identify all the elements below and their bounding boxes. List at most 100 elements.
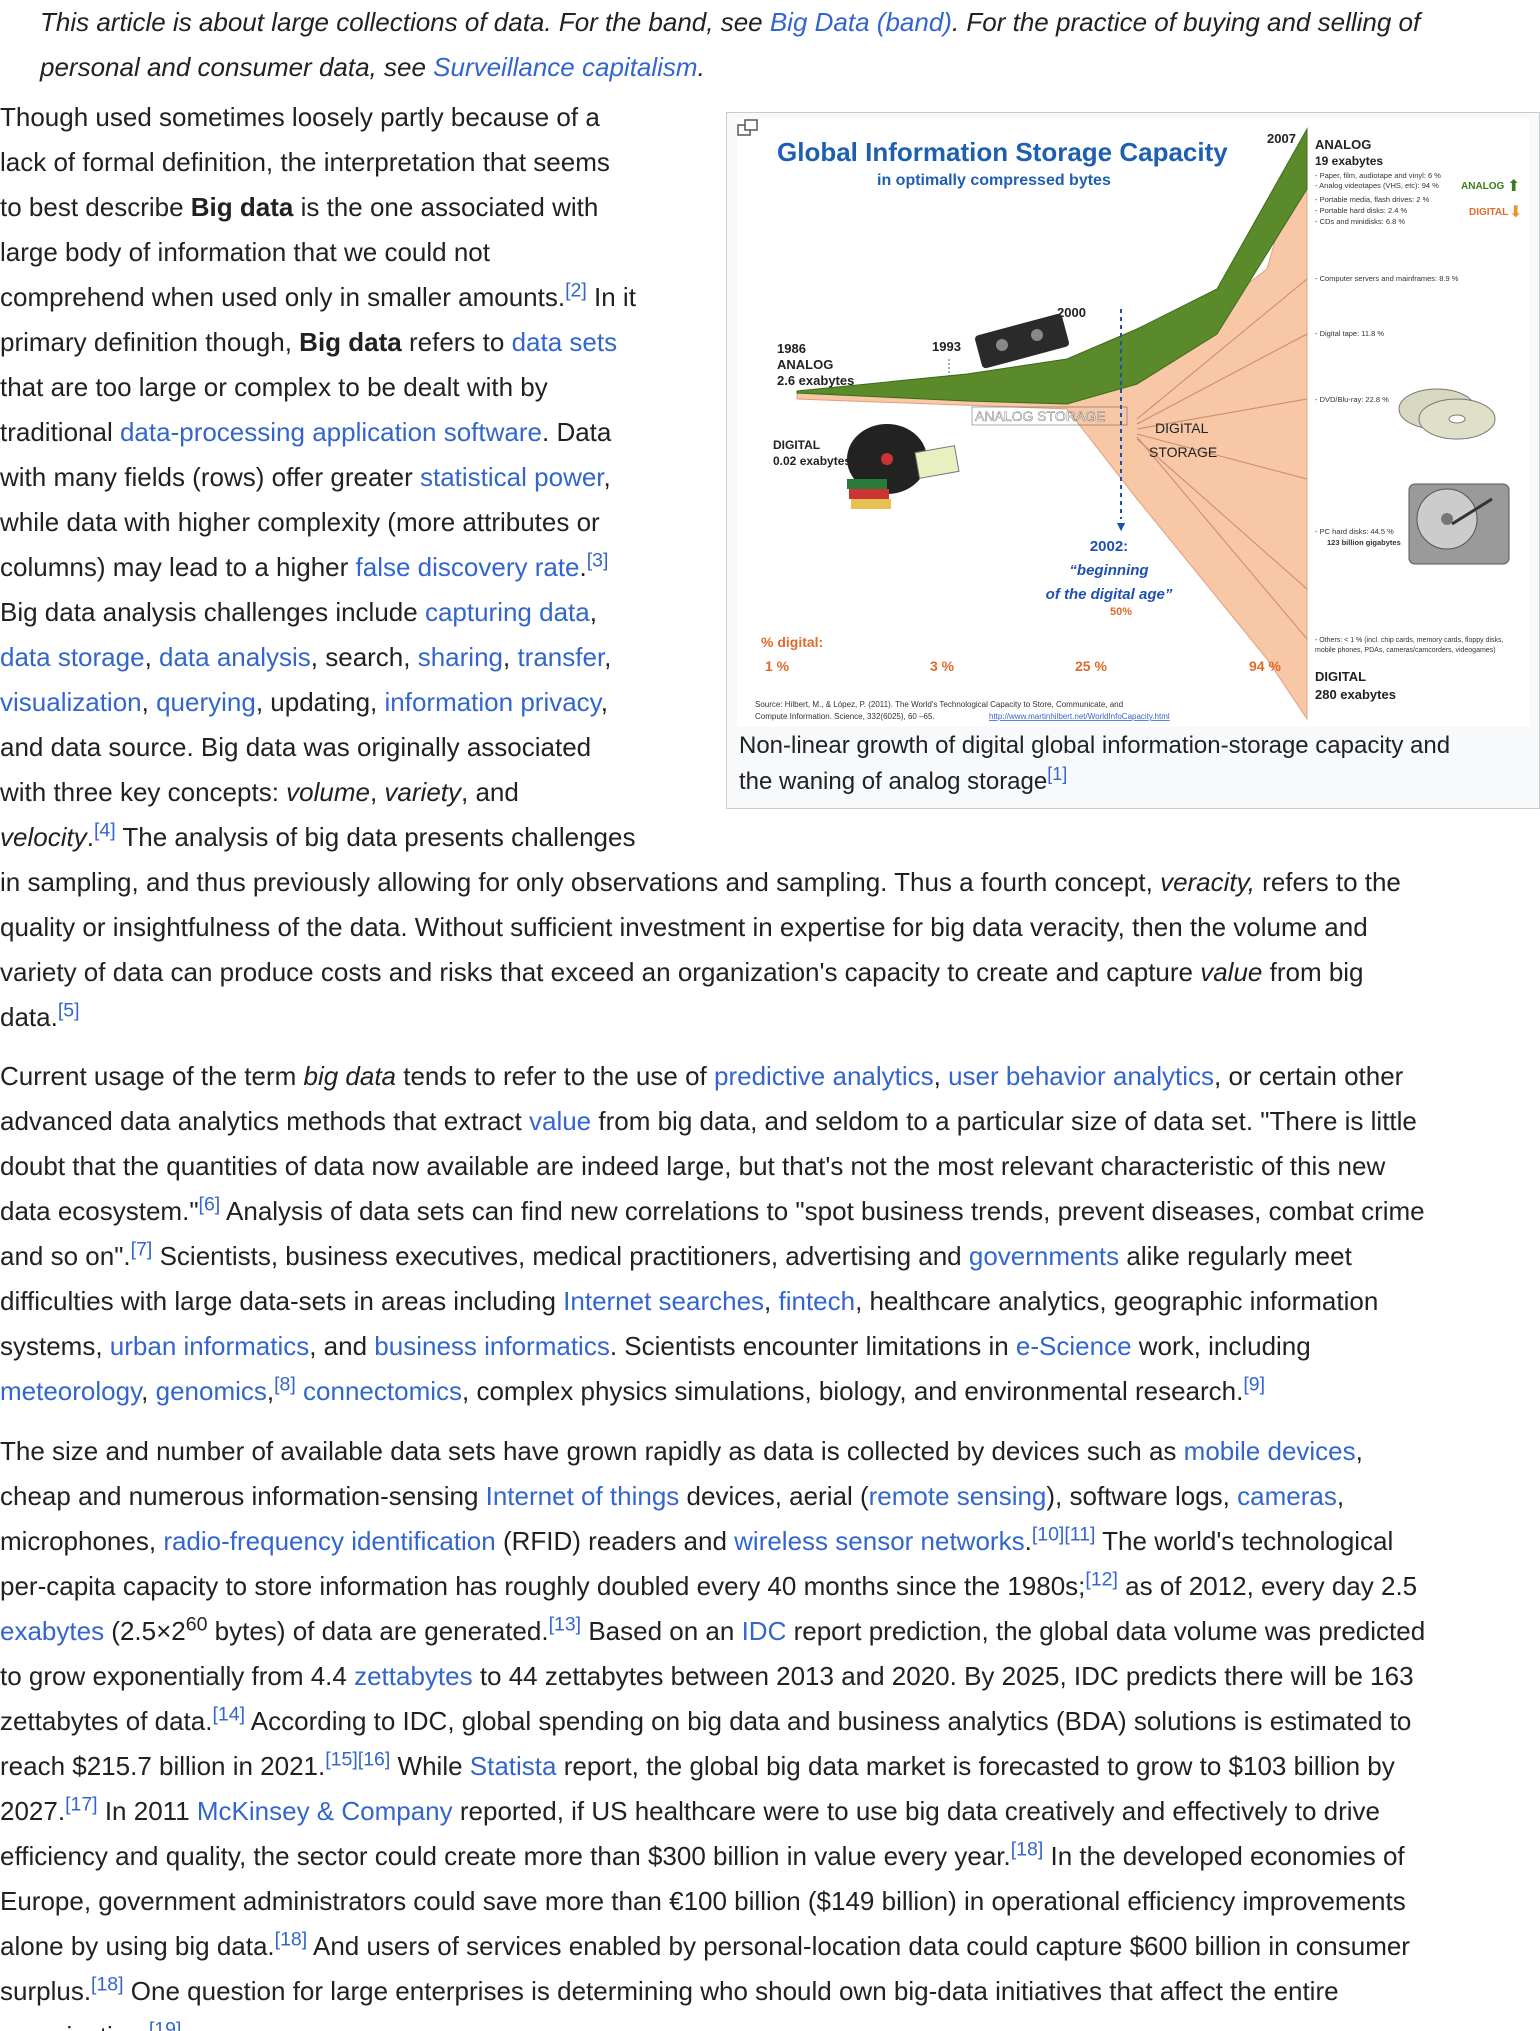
text: devices, aerial ( [679, 1481, 869, 1511]
text-line: Though used sometimes loosely partly bec… [0, 102, 600, 132]
citation-link[interactable]: [18] [91, 1973, 124, 1995]
text: per-capita capacity to store information… [0, 1571, 1086, 1601]
text: , [933, 1061, 949, 1091]
citation-link[interactable]: [13] [549, 1613, 582, 1635]
link-sharing[interactable]: sharing [418, 642, 503, 672]
text: Analysis of data sets can find new corre… [220, 1196, 1425, 1226]
text: , [144, 642, 160, 672]
text: According to IDC, global spending on big… [245, 1706, 1412, 1736]
text: , [1336, 1481, 1345, 1511]
bold-term: Big data [190, 192, 294, 222]
citation-link[interactable]: [19] [149, 2018, 182, 2031]
text: variety of data can produce costs and ri… [0, 957, 1201, 987]
text: , [369, 777, 385, 807]
link-internet-of-things[interactable]: Internet of things [486, 1481, 680, 1511]
link-connectomics[interactable]: connectomics [303, 1376, 462, 1406]
link-querying[interactable]: querying [156, 687, 256, 717]
link-genomics[interactable]: genomics [156, 1376, 267, 1406]
text: ), software logs, [1046, 1481, 1238, 1511]
text: and so on". [0, 1241, 131, 1271]
text: surplus. [0, 1976, 92, 2006]
citation-link[interactable]: [4] [94, 819, 116, 841]
link-business-informatics[interactable]: business informatics [374, 1331, 610, 1361]
text-line: cheap and numerous information-sensing I… [0, 1474, 1540, 1519]
link-exabytes[interactable]: exabytes [0, 1616, 104, 1646]
text-line: while data with higher complexity (more … [0, 507, 600, 537]
link-meteorology[interactable]: meteorology [0, 1376, 141, 1406]
citation-link[interactable]: [15][16] [325, 1748, 390, 1770]
link-surveillance-capitalism[interactable]: Surveillance capitalism [433, 52, 697, 82]
text: in sampling, and thus previously allowin… [0, 867, 1161, 897]
text: systems, [0, 1331, 110, 1361]
citation-link[interactable]: [12] [1085, 1568, 1118, 1590]
citation-link[interactable]: [2] [565, 279, 587, 301]
text: work, including [1131, 1331, 1311, 1361]
link-zettabytes[interactable]: zettabytes [354, 1661, 473, 1691]
link-user-behavior-analytics[interactable]: user behavior analytics [948, 1061, 1214, 1091]
text: microphones, [0, 1526, 164, 1556]
link-mobile-devices[interactable]: mobile devices [1184, 1436, 1356, 1466]
link-urban-informatics[interactable]: urban informatics [110, 1331, 309, 1361]
link-transfer[interactable]: transfer [517, 642, 604, 672]
link-internet-searches[interactable]: Internet searches [563, 1286, 764, 1316]
link-capturing-data[interactable]: capturing data [425, 597, 590, 627]
link-data-analysis[interactable]: data analysis [159, 642, 311, 672]
text-line: traditional data-processing application … [0, 410, 1540, 455]
link-big-data-band[interactable]: Big Data (band) [770, 7, 952, 37]
link-e-science[interactable]: e-Science [1016, 1331, 1132, 1361]
citation-link[interactable]: [8] [274, 1373, 296, 1395]
link-information-privacy[interactable]: information privacy [384, 687, 600, 717]
text: report, the global big data market is fo… [556, 1751, 1395, 1781]
citation-link[interactable]: [17] [65, 1793, 98, 1815]
citation-link[interactable]: [7] [131, 1238, 153, 1260]
text-line: alone by using big data.[18] And users o… [0, 1924, 1540, 1969]
text-line: The size and number of available data se… [0, 1429, 1540, 1474]
link-mckinsey[interactable]: McKinsey & Company [197, 1796, 453, 1826]
text-line: reach $215.7 billion in 2021.[15][16] Wh… [0, 1744, 1540, 1789]
citation-link[interactable]: [3] [587, 549, 609, 571]
text: alone by using big data. [0, 1931, 275, 1961]
text: 2027. [0, 1796, 66, 1826]
text: , [503, 642, 518, 672]
link-statista[interactable]: Statista [470, 1751, 557, 1781]
link-predictive-analytics[interactable]: predictive analytics [714, 1061, 934, 1091]
exponent: 60 [185, 1613, 208, 1636]
text: , [589, 597, 597, 627]
link-fintech[interactable]: fintech [779, 1286, 856, 1316]
text-line: Europe, government administrators could … [0, 1886, 1406, 1916]
link-data-storage[interactable]: data storage [0, 642, 145, 672]
link-governments[interactable]: governments [969, 1241, 1119, 1271]
link-wireless-sensor-networks[interactable]: wireless sensor networks [734, 1526, 1024, 1556]
text: cheap and numerous information-sensing [0, 1481, 486, 1511]
text-line: data.[5] [0, 995, 1540, 1040]
text: with many fields (rows) offer greater [0, 462, 420, 492]
link-data-sets[interactable]: data sets [512, 327, 618, 357]
text: , complex physics simulations, biology, … [462, 1376, 1244, 1406]
text: difficulties with large data-sets in are… [0, 1286, 564, 1316]
text: , [603, 462, 611, 492]
citation-link[interactable]: [10][11] [1032, 1523, 1096, 1545]
paragraph-usage: Current usage of the term big data tends… [0, 1054, 1540, 1414]
text-line: doubt that the quantities of data now av… [0, 1151, 1386, 1181]
link-rfid[interactable]: radio-frequency identification [163, 1526, 495, 1556]
citation-link[interactable]: [5] [58, 999, 80, 1021]
text-line: columns) may lead to a higher false disc… [0, 545, 1540, 590]
link-remote-sensing[interactable]: remote sensing [869, 1481, 1047, 1511]
citation-link[interactable]: [14] [212, 1703, 245, 1725]
text: , or certain other [1214, 1061, 1404, 1091]
link-statistical-power[interactable]: statistical power [420, 462, 604, 492]
link-value[interactable]: value [529, 1106, 591, 1136]
link-idc[interactable]: IDC [742, 1616, 787, 1646]
link-visualization[interactable]: visualization [0, 687, 142, 717]
text: , [600, 687, 608, 717]
link-data-processing-software[interactable]: data-processing application software [120, 417, 542, 447]
text-line: quality or insightfulness of the data. W… [0, 912, 1368, 942]
link-false-discovery-rate[interactable]: false discovery rate [356, 552, 580, 582]
citation-link[interactable]: [9] [1243, 1373, 1265, 1395]
citation-link[interactable]: [18] [275, 1928, 308, 1950]
text-line: Current usage of the term big data tends… [0, 1054, 1540, 1099]
text: In the developed economies of [1043, 1841, 1405, 1871]
link-cameras[interactable]: cameras [1237, 1481, 1337, 1511]
citation-link[interactable]: [6] [199, 1193, 221, 1215]
citation-link[interactable]: [18] [1011, 1838, 1044, 1860]
